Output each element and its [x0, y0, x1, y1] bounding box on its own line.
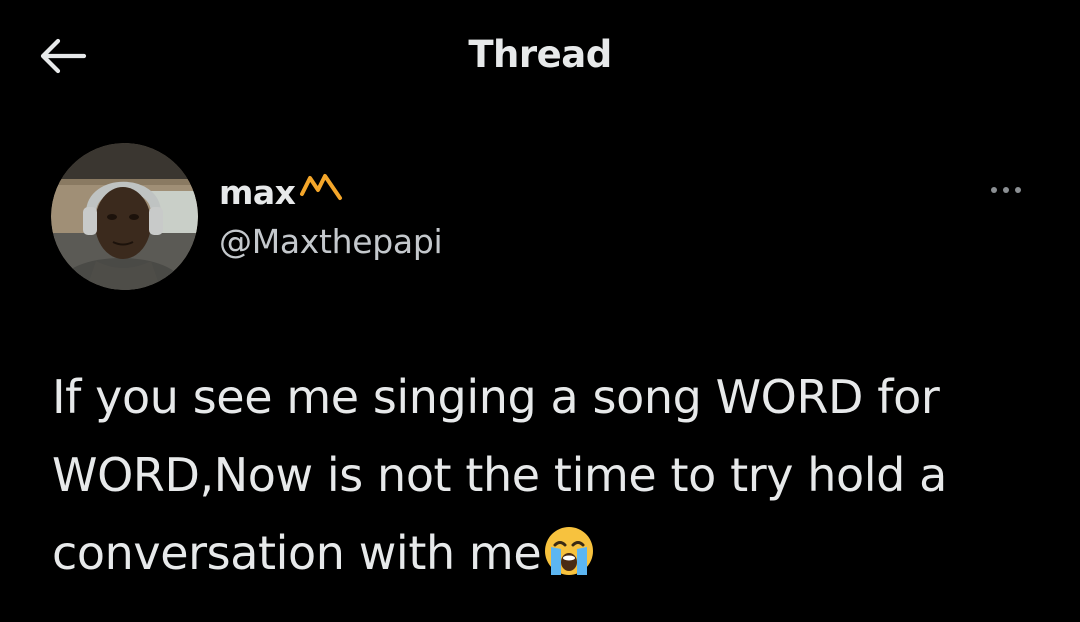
author-handle[interactable]: @Maxthepapi	[219, 222, 443, 261]
tweet-text: If you see me singing a song WORD for WO…	[52, 370, 947, 580]
crown-icon	[299, 172, 343, 207]
display-name[interactable]: max	[219, 173, 296, 212]
more-options-button[interactable]	[984, 175, 1028, 205]
tweet: max @Maxthepapi If you see me singing a …	[0, 115, 1080, 622]
author-name-row: max	[219, 170, 343, 214]
top-bar: Thread	[0, 0, 1080, 115]
ellipsis-icon	[991, 187, 1021, 193]
avatar[interactable]	[51, 143, 198, 290]
tweet-body: If you see me singing a song WORD for WO…	[52, 358, 1052, 600]
loudly-crying-face-icon	[543, 522, 595, 600]
page-title: Thread	[468, 33, 612, 76]
